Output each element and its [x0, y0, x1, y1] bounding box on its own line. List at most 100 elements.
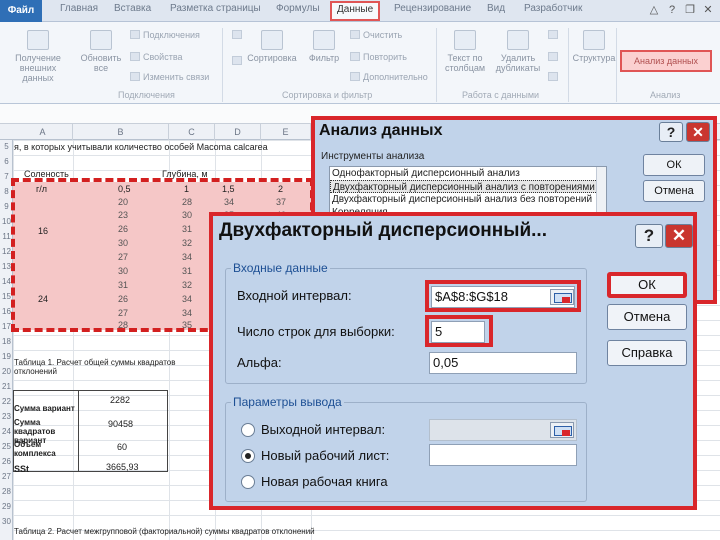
- range-select-icon[interactable]: [550, 422, 574, 438]
- row-header[interactable]: 26: [0, 457, 13, 466]
- sheet-caption: я, в которых учитывали количество особей…: [14, 142, 268, 152]
- tab-file[interactable]: Файл: [0, 0, 42, 22]
- column-header-b[interactable]: B: [73, 124, 169, 140]
- window-restore-icon[interactable]: ❐: [682, 2, 698, 18]
- tab-page-layout[interactable]: Разметка страницы: [170, 3, 261, 19]
- table1-label: Объем комплекса: [14, 440, 56, 458]
- row-header[interactable]: 20: [0, 367, 13, 376]
- tab-data[interactable]: Данные: [330, 1, 381, 21]
- tab-view[interactable]: Вид: [487, 3, 505, 19]
- sort-az-icon: [232, 30, 242, 39]
- input-range-highlight: [425, 280, 581, 312]
- tab-review[interactable]: Рецензирование: [394, 3, 471, 19]
- output-range-field[interactable]: [429, 419, 577, 441]
- row-header[interactable]: 22: [0, 397, 13, 406]
- new-sheet-name-field[interactable]: [429, 444, 577, 466]
- row-header[interactable]: 6: [0, 157, 13, 166]
- advanced-filter-icon: [350, 72, 360, 81]
- sort-button[interactable]: Сортировка: [246, 30, 298, 63]
- tab-formulas[interactable]: Формулы: [276, 3, 320, 19]
- row-header[interactable]: 21: [0, 382, 13, 391]
- alpha-field[interactable]: 0,05: [429, 352, 577, 374]
- ok-button[interactable]: ОК: [607, 272, 687, 298]
- refresh-all-button[interactable]: Обновить все: [78, 30, 124, 73]
- ribbon-minimize-icon[interactable]: △: [646, 2, 662, 18]
- tab-developer[interactable]: Разработчик: [524, 3, 582, 19]
- clear-filter-button[interactable]: Очистить: [350, 30, 402, 40]
- clear-filter-icon: [350, 30, 360, 39]
- table1-value: 90458: [108, 419, 134, 429]
- close-icon[interactable]: ✕: [686, 122, 710, 142]
- new-sheet-radio[interactable]: [241, 449, 255, 463]
- row-header[interactable]: 27: [0, 472, 13, 481]
- dialog-title: Двухфакторный дисперсионный...: [219, 220, 547, 241]
- connections-icon: [130, 30, 140, 39]
- text-to-columns-icon: [454, 30, 476, 50]
- group-label-sort-filter: Сортировка и фильтр: [282, 90, 373, 100]
- cancel-button[interactable]: Отмена: [607, 304, 687, 330]
- list-item-selected[interactable]: Двухфакторный дисперсионный анализ с пов…: [330, 180, 606, 193]
- reapply-button[interactable]: Повторить: [350, 52, 407, 62]
- row-header[interactable]: 30: [0, 517, 13, 526]
- row-header[interactable]: 28: [0, 487, 13, 496]
- new-sheet-label: Новый рабочий лист:: [261, 448, 390, 463]
- column-header-e[interactable]: E: [261, 124, 311, 140]
- close-icon[interactable]: ✕: [665, 224, 693, 248]
- properties-button[interactable]: Свойства: [130, 52, 183, 62]
- edit-links-button[interactable]: Изменить связи: [130, 72, 209, 82]
- table1-value: 60: [117, 442, 128, 452]
- sort-za-icon: [232, 56, 242, 65]
- advanced-filter-button[interactable]: Дополнительно: [350, 72, 428, 82]
- data-validation-icon: [548, 30, 558, 39]
- row-header[interactable]: 18: [0, 337, 13, 346]
- text-to-columns-button[interactable]: Текст по столбцам: [440, 30, 490, 73]
- outline-button[interactable]: Структура: [572, 30, 616, 63]
- filter-button[interactable]: Фильтр: [302, 30, 346, 63]
- alpha-label: Альфа:: [237, 355, 282, 370]
- table1-label: SSt: [14, 464, 30, 474]
- get-external-data-button[interactable]: Получение внешних данных: [6, 30, 70, 83]
- group-label-data-tools: Работа с данными: [462, 90, 540, 100]
- new-book-label: Новая рабочая книга: [261, 474, 388, 489]
- remove-duplicates-button[interactable]: Удалить дубликаты: [492, 30, 544, 73]
- consolidate-button[interactable]: [548, 52, 561, 62]
- row-header[interactable]: 23: [0, 412, 13, 421]
- table1-label: Сумма вариант: [14, 404, 75, 413]
- data-analysis-button[interactable]: Анализ данных: [620, 50, 712, 72]
- filter-funnel-icon: [313, 30, 335, 50]
- tab-home[interactable]: Главная: [60, 3, 98, 19]
- help-icon[interactable]: ?: [635, 224, 663, 248]
- input-group-legend: Входные данные: [231, 261, 330, 275]
- column-header-a[interactable]: A: [13, 124, 73, 140]
- tab-insert[interactable]: Вставка: [114, 3, 151, 19]
- row-header[interactable]: 5: [0, 142, 13, 151]
- help-icon[interactable]: ?: [659, 122, 683, 142]
- output-range-radio[interactable]: [241, 423, 255, 437]
- window-close-icon[interactable]: ✕: [700, 2, 716, 18]
- column-header-d[interactable]: D: [215, 124, 261, 140]
- help-icon[interactable]: ?: [664, 2, 680, 18]
- sort-az-button[interactable]: [232, 30, 245, 40]
- connections-button[interactable]: Подключения: [130, 30, 200, 40]
- row-header[interactable]: 24: [0, 427, 13, 436]
- what-if-button[interactable]: [548, 72, 561, 82]
- row-header[interactable]: 29: [0, 502, 13, 511]
- list-item[interactable]: Однофакторный дисперсионный анализ: [330, 167, 606, 180]
- ribbon: Получение внешних данных Обновить все По…: [0, 22, 720, 104]
- data-validation-button[interactable]: [548, 30, 561, 40]
- output-group-legend: Параметры вывода: [231, 395, 344, 409]
- consolidate-icon: [548, 52, 558, 61]
- properties-icon: [130, 52, 140, 61]
- row-header[interactable]: 25: [0, 442, 13, 451]
- remove-duplicates-icon: [507, 30, 529, 50]
- reapply-icon: [350, 52, 360, 61]
- help-button[interactable]: Справка: [607, 340, 687, 366]
- ok-button[interactable]: ОК: [643, 154, 705, 176]
- row-header[interactable]: 19: [0, 352, 13, 361]
- sort-za-button[interactable]: [232, 56, 245, 66]
- new-book-radio[interactable]: [241, 475, 255, 489]
- list-item[interactable]: Двухфакторный дисперсионный анализ без п…: [330, 193, 606, 206]
- table1-value: 2282: [110, 395, 131, 405]
- column-header-c[interactable]: C: [169, 124, 215, 140]
- cancel-button[interactable]: Отмена: [643, 180, 705, 202]
